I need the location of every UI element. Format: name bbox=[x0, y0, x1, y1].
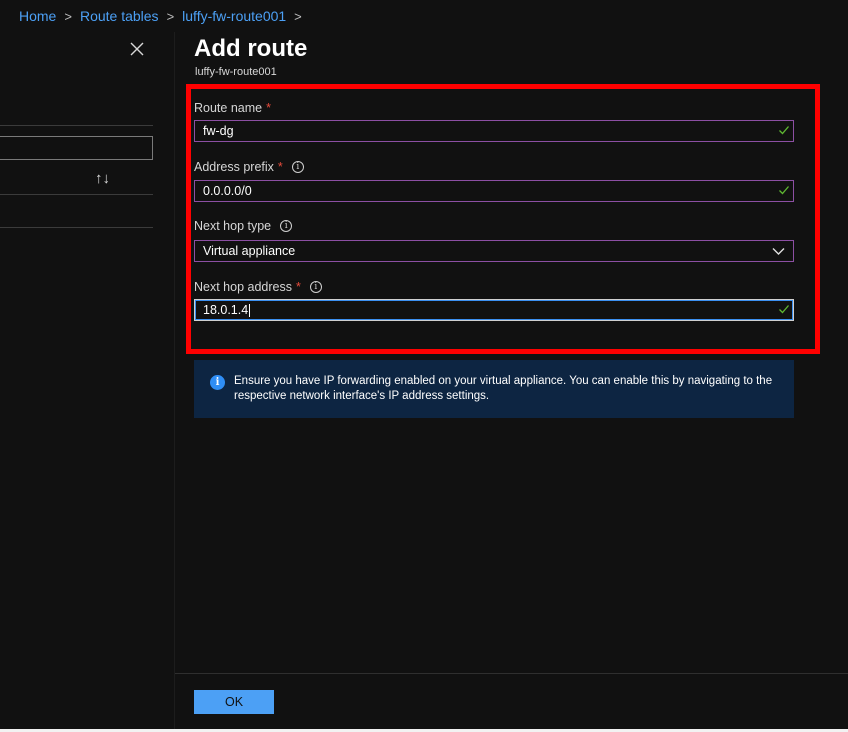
add-route-panel: Add route luffy-fw-route001 Route name *… bbox=[174, 32, 848, 732]
required-marker: * bbox=[277, 160, 283, 174]
check-icon bbox=[779, 305, 789, 314]
route-name-value: fw-dg bbox=[203, 124, 234, 138]
text-cursor bbox=[249, 303, 251, 317]
check-icon bbox=[779, 126, 789, 135]
info-icon[interactable]: i bbox=[280, 220, 293, 232]
address-prefix-label-text: Address prefix bbox=[194, 160, 274, 174]
address-prefix-label: Address prefix * i bbox=[194, 160, 304, 174]
breadcrumb-route-table-name[interactable]: luffy-fw-route001 bbox=[182, 8, 286, 24]
next-hop-type-label-text: Next hop type bbox=[194, 219, 272, 233]
next-hop-address-label-text: Next hop address bbox=[194, 280, 292, 294]
info-icon: i bbox=[210, 375, 225, 390]
left-blade: ↑↓ bbox=[0, 32, 174, 732]
info-banner-text: Ensure you have IP forwarding enabled on… bbox=[234, 375, 773, 402]
next-hop-address-label: Next hop address * i bbox=[194, 280, 322, 294]
address-prefix-input[interactable]: 0.0.0.0/0 bbox=[194, 180, 794, 202]
ok-button[interactable]: OK bbox=[194, 690, 274, 714]
route-name-label-text: Route name bbox=[194, 101, 263, 115]
breadcrumb-home[interactable]: Home bbox=[19, 8, 56, 24]
address-prefix-value: 0.0.0.0/0 bbox=[203, 184, 252, 198]
route-name-label: Route name * bbox=[194, 101, 271, 115]
required-marker: * bbox=[295, 280, 301, 294]
breadcrumb: Home > Route tables > luffy-fw-route001 … bbox=[19, 8, 310, 24]
filter-input[interactable] bbox=[0, 136, 153, 160]
route-name-input[interactable]: fw-dg bbox=[194, 120, 794, 142]
next-hop-address-input[interactable]: 18.0.1.4 bbox=[194, 299, 794, 321]
chevron-down-icon bbox=[772, 248, 785, 255]
divider bbox=[0, 227, 153, 228]
breadcrumb-separator: > bbox=[294, 8, 302, 24]
close-icon[interactable] bbox=[128, 40, 146, 58]
next-hop-address-value: 18.0.1.4 bbox=[203, 303, 249, 317]
breadcrumb-route-tables[interactable]: Route tables bbox=[80, 8, 159, 24]
footer-divider bbox=[175, 673, 848, 674]
info-icon[interactable]: i bbox=[291, 161, 304, 173]
page-title: Add route bbox=[194, 35, 308, 62]
info-banner: i Ensure you have IP forwarding enabled … bbox=[194, 360, 794, 418]
sort-icon[interactable]: ↑↓ bbox=[95, 170, 110, 187]
next-hop-type-label: Next hop type i bbox=[194, 219, 293, 233]
breadcrumb-separator: > bbox=[166, 8, 175, 24]
info-icon[interactable]: i bbox=[309, 281, 322, 293]
breadcrumb-separator: > bbox=[64, 8, 72, 24]
divider bbox=[0, 194, 153, 195]
next-hop-type-value: Virtual appliance bbox=[203, 244, 296, 258]
page-subtitle: luffy-fw-route001 bbox=[195, 66, 277, 78]
required-marker: * bbox=[266, 101, 271, 115]
check-icon bbox=[779, 186, 789, 195]
divider bbox=[0, 125, 153, 126]
next-hop-type-select[interactable]: Virtual appliance bbox=[194, 240, 794, 262]
